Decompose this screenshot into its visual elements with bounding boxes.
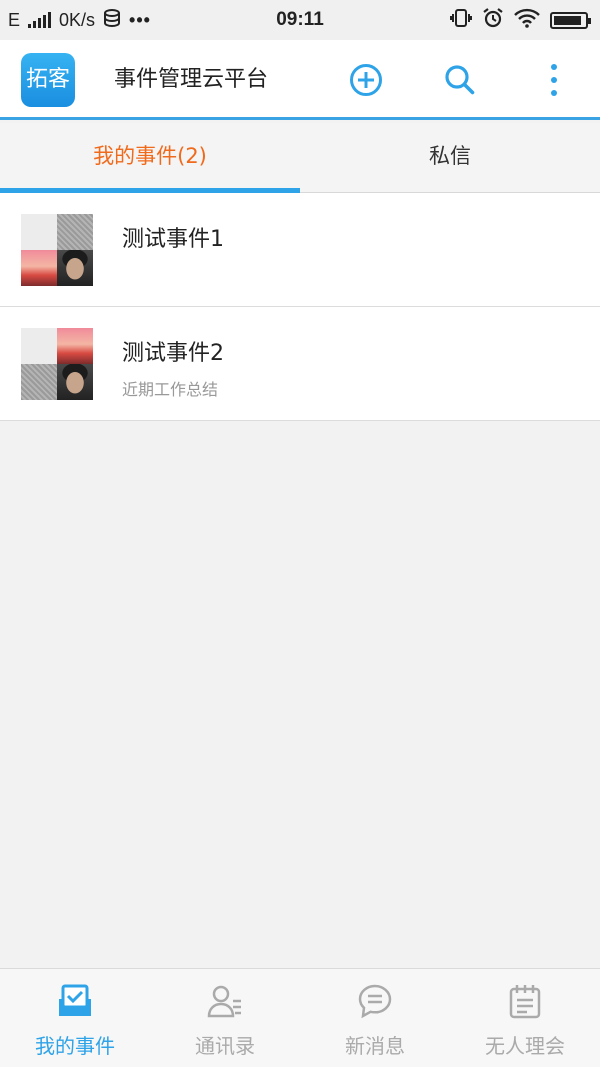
app-bar: 拓客 事件管理云平台 [0, 40, 600, 120]
app-title: 事件管理云平台 [114, 67, 269, 92]
add-event-button[interactable] [346, 60, 386, 100]
event-subtitle: 近期工作总结 [122, 380, 219, 399]
more-vertical-icon [551, 64, 557, 96]
vibrate-icon [450, 8, 472, 33]
app-logo: 拓客 [21, 53, 75, 107]
inbox-check-icon [59, 984, 91, 1016]
bottom-navigation: 我的事件 通讯录 新消息 无人理会 [0, 968, 600, 1067]
event-title: 测试事件1 [122, 227, 224, 252]
alarm-icon [482, 7, 504, 34]
event-thumbnail [21, 328, 93, 400]
wifi-icon [514, 8, 540, 33]
thumbnail-gray-image [57, 214, 93, 250]
plus-circle-icon [350, 64, 382, 96]
event-list: 测试事件1 测试事件2 近期工作总结 [0, 193, 600, 421]
status-bar: E 0K/s ••• 09:11 [0, 0, 600, 40]
thumbnail-gray-image [21, 364, 57, 400]
search-icon [445, 65, 475, 95]
nav-label: 无人理会 [485, 1034, 565, 1058]
nav-my-events[interactable]: 我的事件 [0, 969, 150, 1067]
tab-my-events[interactable]: 我的事件(2) [0, 123, 300, 193]
nav-contacts[interactable]: 通讯录 [150, 969, 300, 1067]
thumbnail-sunset-image [57, 328, 93, 364]
event-thumbnail [21, 214, 93, 286]
battery-icon [550, 11, 591, 29]
thumbnail-avatar-image [57, 250, 93, 286]
message-bubble-icon [358, 984, 392, 1019]
tab-bar: 我的事件(2) 私信 [0, 123, 600, 193]
search-button[interactable] [440, 60, 480, 100]
nav-new-messages[interactable]: 新消息 [300, 969, 450, 1067]
thumbnail-blank [21, 214, 57, 250]
list-item[interactable]: 测试事件1 [0, 193, 600, 307]
thumbnail-avatar-image [57, 364, 93, 400]
nav-label: 新消息 [345, 1034, 405, 1058]
event-title: 测试事件2 [122, 341, 224, 366]
thumbnail-blank [21, 328, 57, 364]
list-item[interactable]: 测试事件2 近期工作总结 [0, 307, 600, 421]
nav-label: 通讯录 [195, 1034, 255, 1058]
nav-label: 我的事件 [35, 1034, 115, 1058]
thumbnail-sunset-image [21, 250, 57, 286]
status-right [450, 0, 591, 40]
contacts-icon [207, 985, 241, 1018]
calendar-note-icon [509, 985, 541, 1019]
tab-private-messages[interactable]: 私信 [300, 123, 600, 193]
more-options-button[interactable] [534, 60, 574, 100]
nav-unattended[interactable]: 无人理会 [450, 969, 600, 1067]
